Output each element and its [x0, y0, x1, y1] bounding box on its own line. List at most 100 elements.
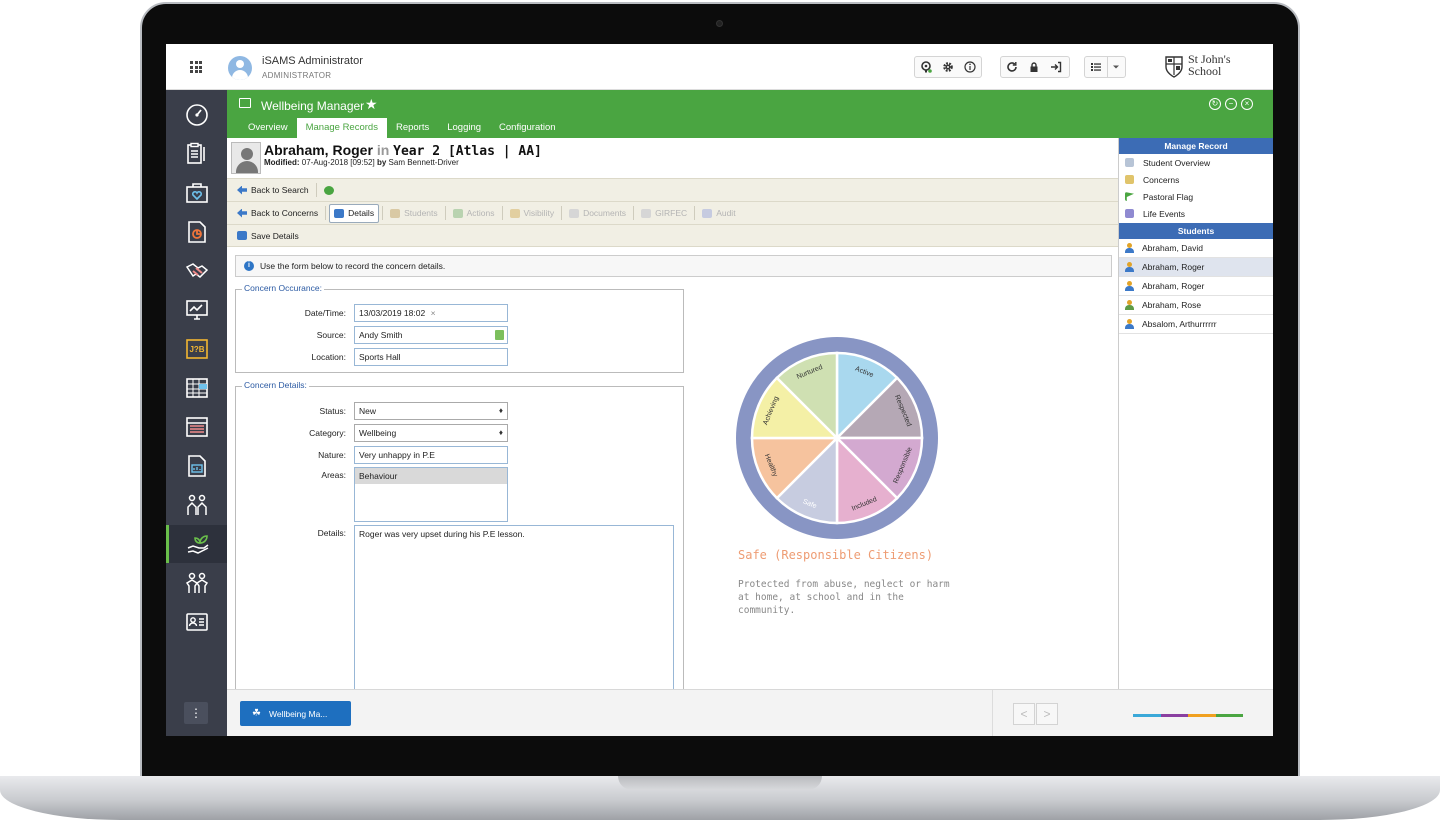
chevron-down-icon[interactable]	[1107, 57, 1123, 77]
id-card-icon[interactable]	[166, 603, 227, 641]
taskbar-wellbeing-button[interactable]: ☘ Wellbeing Ma...	[240, 701, 351, 726]
students-header: Students	[1119, 223, 1273, 239]
tab-reports[interactable]: Reports	[387, 118, 438, 138]
student-list-item[interactable]: Absalom, Arthurrrrrr	[1119, 315, 1273, 334]
student-overview-link[interactable]: Student Overview	[1119, 154, 1273, 171]
app-grid-icon[interactable]	[184, 58, 208, 76]
tab-overview[interactable]: Overview	[239, 118, 297, 138]
favourite-star-icon[interactable]: ★	[365, 96, 378, 113]
clipboard-icon[interactable]	[166, 135, 227, 173]
footer-taskbar: ☘ Wellbeing Ma... < >	[227, 689, 1273, 736]
tab-documents[interactable]: Documents	[565, 204, 630, 223]
tab-details[interactable]: Details	[329, 203, 380, 223]
location-field[interactable]: Sports Hall	[354, 348, 508, 366]
tab-audit[interactable]: Audit	[698, 204, 739, 223]
documents-icon	[569, 208, 580, 218]
search-toolbar: Back to Search	[227, 178, 1118, 201]
minimize-window-icon[interactable]: −	[1225, 98, 1237, 110]
save-toolbar: Save Details	[227, 224, 1118, 247]
info-icon[interactable]	[959, 57, 981, 77]
student-list-item[interactable]: Abraham, Roger	[1119, 277, 1273, 296]
camera-dot	[716, 20, 723, 27]
school-crest-logo	[1165, 56, 1183, 78]
flag-icon	[1125, 192, 1134, 201]
left-navigation: J?B ⋮	[166, 90, 227, 736]
previous-page-button[interactable]: <	[1013, 703, 1035, 725]
dashboard-icon[interactable]	[166, 96, 227, 134]
source-label: Source:	[316, 330, 346, 340]
actions-icon	[452, 208, 463, 218]
student-icon	[1125, 281, 1134, 291]
toolbar-group-settings	[914, 56, 982, 78]
color-bar-segment	[1188, 714, 1216, 717]
nature-field[interactable]: Very unhappy in P.E	[354, 446, 508, 464]
user-avatar[interactable]	[228, 56, 252, 80]
student-list-item[interactable]: Abraham, Rose	[1119, 296, 1273, 315]
category-label: Category:	[309, 428, 346, 438]
save-icon	[237, 231, 247, 240]
handshake-icon[interactable]	[166, 252, 227, 290]
right-panel: Manage Record Student Overview Concerns …	[1118, 138, 1273, 689]
calendar-grid-icon[interactable]	[166, 369, 227, 407]
tab-visibility[interactable]: Visibility	[506, 204, 559, 223]
wellbeing-hand-icon[interactable]	[166, 525, 227, 563]
medical-kit-icon[interactable]	[166, 174, 227, 212]
refresh-icon[interactable]	[1001, 57, 1023, 77]
status-select[interactable]: New	[354, 402, 508, 420]
toolbar-group-session	[1000, 56, 1070, 78]
areas-option-selected[interactable]: Behaviour	[355, 468, 507, 484]
student-icon	[1125, 243, 1134, 253]
save-details-button[interactable]: Save Details	[233, 226, 303, 245]
close-window-icon[interactable]: ×	[1241, 98, 1253, 110]
category-select[interactable]: Wellbeing	[354, 424, 508, 442]
add-search-button[interactable]	[320, 181, 342, 200]
more-vertical-icon[interactable]: ⋮	[184, 702, 208, 724]
next-page-button[interactable]: >	[1036, 703, 1058, 725]
pastoral-flag-link[interactable]: Pastoral Flag	[1119, 188, 1273, 205]
logout-icon[interactable]	[1045, 57, 1067, 77]
concerns-link[interactable]: Concerns	[1119, 171, 1273, 188]
wellbeing-wheel[interactable]: ActiveRespectedResponsibleIncludedSafeHe…	[735, 336, 939, 540]
toolbar-group-menu[interactable]	[1084, 56, 1126, 78]
student-icon	[1125, 300, 1134, 310]
areas-listbox[interactable]: Behaviour	[354, 467, 508, 522]
details-textarea[interactable]: Roger was very upset during his P.E less…	[354, 525, 674, 689]
back-arrow-icon	[237, 185, 247, 195]
document-chart-icon[interactable]	[166, 447, 227, 485]
back-to-search-button[interactable]: Back to Search	[233, 181, 313, 200]
tab-girfec[interactable]: GIRFEC	[637, 204, 691, 223]
source-field[interactable]: Andy Smith	[354, 326, 508, 344]
info-icon: i	[244, 261, 254, 271]
gear-icon[interactable]	[937, 57, 959, 77]
datetime-field[interactable]: 13/03/2019 18:02 ×	[354, 304, 508, 322]
life-events-link[interactable]: Life Events	[1119, 205, 1273, 222]
tab-configuration[interactable]: Configuration	[490, 118, 565, 138]
concerns-icon	[1125, 175, 1134, 184]
monitor-chart-icon[interactable]	[166, 291, 227, 329]
content-area: Abraham, Roger in Year 2 [Atlas | AA] Mo…	[227, 138, 1118, 689]
help-person-icon[interactable]	[915, 57, 937, 77]
student-icon	[1125, 319, 1134, 329]
tab-manage-records[interactable]: Manage Records	[296, 118, 387, 138]
lock-icon[interactable]	[1023, 57, 1045, 77]
tab-actions[interactable]: Actions	[449, 204, 499, 223]
person-lookup-icon[interactable]	[495, 330, 504, 340]
pupils-icon[interactable]	[166, 564, 227, 602]
tab-students[interactable]: Students	[386, 204, 442, 223]
list-menu-icon[interactable]	[1085, 57, 1107, 77]
color-bar-segment	[1133, 714, 1161, 717]
timetable-icon[interactable]	[166, 408, 227, 446]
people-icon[interactable]	[166, 486, 227, 524]
back-to-concerns-button[interactable]: Back to Concerns	[233, 204, 322, 223]
manage-record-header: Manage Record	[1119, 138, 1273, 154]
concern-details-legend: Concern Details:	[242, 380, 309, 390]
refresh-window-icon[interactable]: ↻	[1209, 98, 1221, 110]
clear-date-icon[interactable]: ×	[431, 308, 436, 318]
student-list-item[interactable]: Abraham, David	[1119, 239, 1273, 258]
job-icon[interactable]: J?B	[166, 330, 227, 368]
concern-occurance-fieldset: Concern Occurance: Date/Time: 13/03/2019…	[235, 283, 684, 373]
student-icon	[1125, 262, 1134, 272]
tab-logging[interactable]: Logging	[438, 118, 490, 138]
student-list-item-selected[interactable]: Abraham, Roger	[1119, 258, 1273, 277]
report-chart-icon[interactable]	[166, 213, 227, 251]
